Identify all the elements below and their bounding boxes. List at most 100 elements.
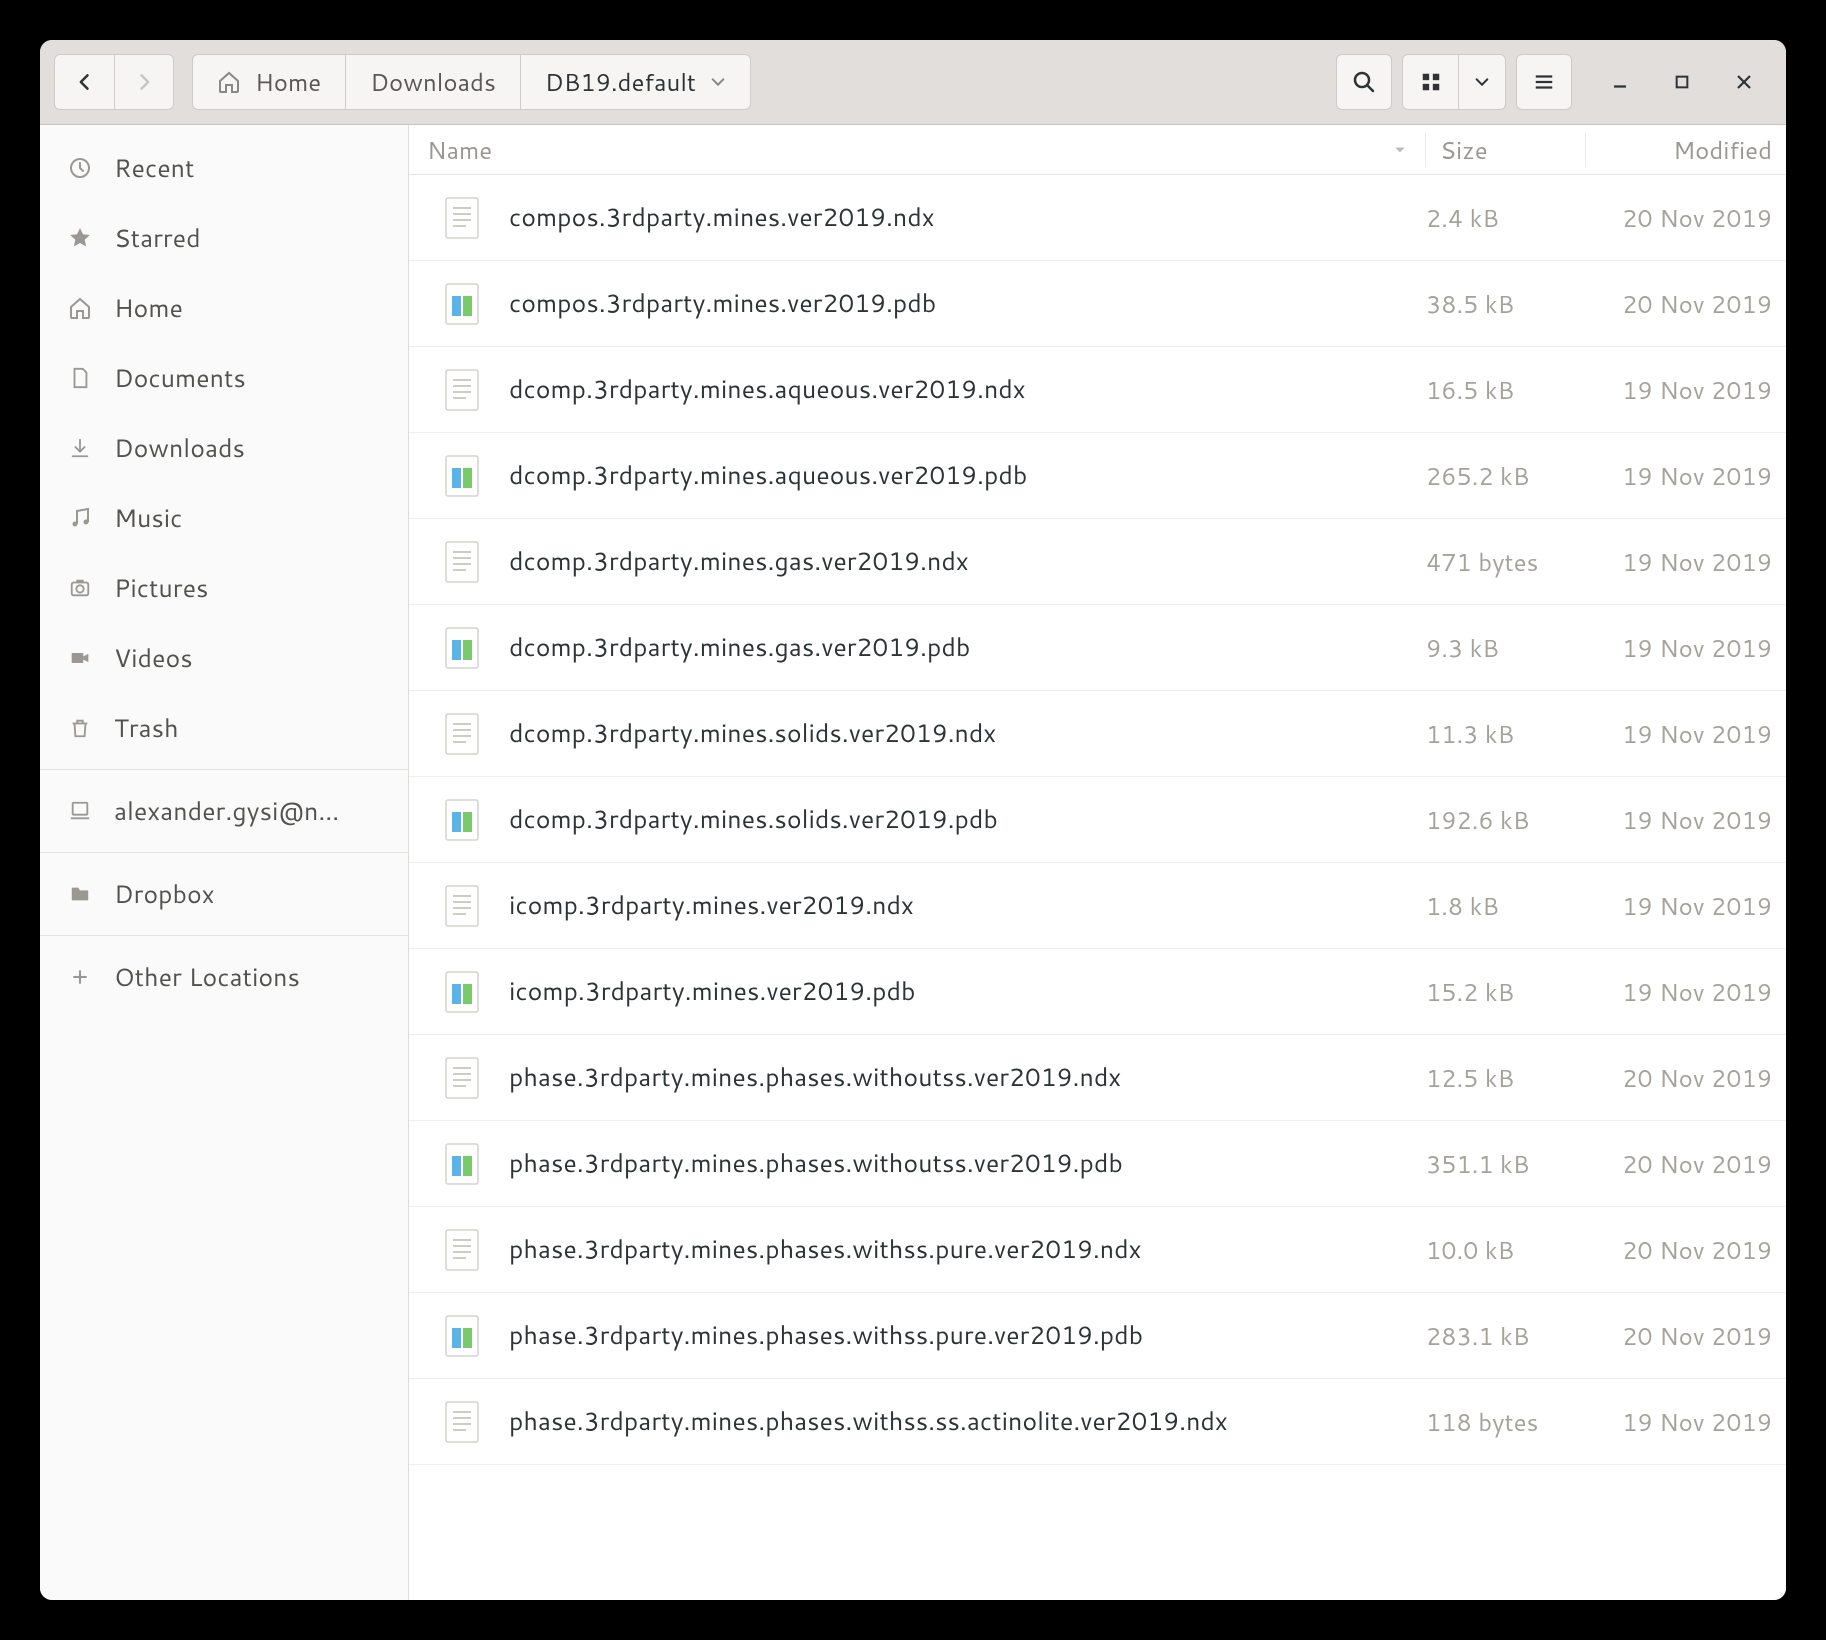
hamburger-menu-button[interactable]	[1516, 54, 1572, 110]
chevron-down-icon	[1474, 74, 1490, 90]
sidebar-item-downloads[interactable]: Downloads	[40, 413, 408, 483]
file-row[interactable]: dcomp.3rdparty.mines.solids.ver2019.pdb1…	[409, 777, 1786, 863]
file-name: compos.3rdparty.mines.ver2019.ndx	[485, 200, 1426, 235]
file-name: dcomp.3rdparty.mines.gas.ver2019.ndx	[485, 544, 1426, 579]
sidebar-account[interactable]: alexander.gysi@n…	[40, 776, 408, 846]
file-name: icomp.3rdparty.mines.ver2019.pdb	[485, 974, 1426, 1009]
file-size: 12.5 kB	[1426, 1061, 1586, 1095]
nav-buttons	[54, 54, 174, 110]
file-modified: 20 Nov 2019	[1586, 1061, 1786, 1095]
file-icon	[439, 196, 485, 240]
file-name: phase.3rdparty.mines.phases.withss.ss.ac…	[485, 1404, 1426, 1439]
camera-icon	[66, 577, 94, 599]
column-header-name[interactable]: Name	[409, 133, 1426, 167]
file-modified: 19 Nov 2019	[1586, 803, 1786, 837]
chevron-right-icon	[134, 72, 154, 92]
file-row[interactable]: phase.3rdparty.mines.phases.withoutss.ve…	[409, 1121, 1786, 1207]
sidebar-item-label: Home	[114, 291, 183, 326]
sidebar-item-home[interactable]: Home	[40, 273, 408, 343]
file-row[interactable]: dcomp.3rdparty.mines.solids.ver2019.ndx1…	[409, 691, 1786, 777]
file-icon	[439, 970, 485, 1014]
window-controls	[1606, 68, 1758, 96]
back-button[interactable]	[54, 54, 114, 110]
sidebar-item-label: Trash	[114, 711, 179, 746]
file-name: dcomp.3rdparty.mines.aqueous.ver2019.ndx	[485, 372, 1426, 407]
file-row[interactable]: icomp.3rdparty.mines.ver2019.pdb15.2 kB1…	[409, 949, 1786, 1035]
grid-icon	[1420, 71, 1442, 93]
file-icon	[439, 368, 485, 412]
breadcrumb: Home Downloads DB19.default	[192, 54, 751, 110]
file-size: 38.5 kB	[1426, 287, 1586, 321]
chevron-left-icon	[75, 72, 95, 92]
hamburger-icon	[1533, 71, 1555, 93]
sidebar-dropbox[interactable]: Dropbox	[40, 859, 408, 929]
column-header-size[interactable]: Size	[1426, 133, 1586, 167]
plus-icon	[66, 967, 94, 987]
file-row[interactable]: phase.3rdparty.mines.phases.withss.pure.…	[409, 1207, 1786, 1293]
breadcrumb-segment-0[interactable]: Downloads	[346, 54, 521, 110]
sidebar-item-label: Starred	[114, 221, 201, 256]
sidebar-item-music[interactable]: Music	[40, 483, 408, 553]
column-header-modified[interactable]: Modified	[1586, 133, 1786, 167]
file-row[interactable]: dcomp.3rdparty.mines.gas.ver2019.ndx471 …	[409, 519, 1786, 605]
file-modified: 20 Nov 2019	[1586, 1147, 1786, 1181]
sidebar-item-starred[interactable]: Starred	[40, 203, 408, 273]
file-row[interactable]: phase.3rdparty.mines.phases.withss.pure.…	[409, 1293, 1786, 1379]
file-size: 9.3 kB	[1426, 631, 1586, 665]
search-button[interactable]	[1336, 54, 1392, 110]
file-name: phase.3rdparty.mines.phases.withss.pure.…	[485, 1318, 1426, 1353]
sidebar-item-trash[interactable]: Trash	[40, 693, 408, 763]
file-modified: 19 Nov 2019	[1586, 975, 1786, 1009]
sidebar-item-label: Documents	[114, 361, 246, 396]
breadcrumb-home[interactable]: Home	[192, 54, 346, 110]
device-icon	[66, 800, 94, 822]
file-row[interactable]: dcomp.3rdparty.mines.aqueous.ver2019.ndx…	[409, 347, 1786, 433]
sidebar-item-documents[interactable]: Documents	[40, 343, 408, 413]
file-modified: 19 Nov 2019	[1586, 373, 1786, 407]
file-size: 2.4 kB	[1426, 201, 1586, 235]
file-icon	[439, 712, 485, 756]
sidebar-item-label: Pictures	[114, 571, 208, 606]
file-modified: 20 Nov 2019	[1586, 287, 1786, 321]
close-button[interactable]	[1730, 68, 1758, 96]
main-panel: Name Size Modified compos.3rdparty.mines…	[409, 125, 1786, 1600]
video-icon	[66, 648, 94, 668]
file-row[interactable]: dcomp.3rdparty.mines.aqueous.ver2019.pdb…	[409, 433, 1786, 519]
file-size: 15.2 kB	[1426, 975, 1586, 1009]
file-name: phase.3rdparty.mines.phases.withoutss.ve…	[485, 1146, 1426, 1181]
maximize-button[interactable]	[1668, 68, 1696, 96]
file-row[interactable]: icomp.3rdparty.mines.ver2019.ndx1.8 kB19…	[409, 863, 1786, 949]
file-size: 118 bytes	[1426, 1405, 1586, 1439]
file-modified: 19 Nov 2019	[1586, 717, 1786, 751]
trash-icon	[66, 716, 94, 740]
view-dropdown-button[interactable]	[1458, 54, 1506, 110]
sidebar-item-pictures[interactable]: Pictures	[40, 553, 408, 623]
file-manager-window: Home Downloads DB19.default	[40, 40, 1786, 1600]
file-row[interactable]: dcomp.3rdparty.mines.gas.ver2019.pdb9.3 …	[409, 605, 1786, 691]
sidebar-item-recent[interactable]: Recent	[40, 133, 408, 203]
file-icon	[439, 282, 485, 326]
file-row[interactable]: compos.3rdparty.mines.ver2019.pdb38.5 kB…	[409, 261, 1786, 347]
file-row[interactable]: phase.3rdparty.mines.phases.withss.ss.ac…	[409, 1379, 1786, 1465]
file-icon	[439, 1142, 485, 1186]
minimize-button[interactable]	[1606, 68, 1634, 96]
sidebar-item-label: Other Locations	[114, 960, 300, 995]
file-icon	[439, 1314, 485, 1358]
view-grid-button[interactable]	[1402, 54, 1458, 110]
view-switcher	[1402, 54, 1506, 110]
sort-desc-icon	[1393, 143, 1407, 157]
breadcrumb-segment-1[interactable]: DB19.default	[521, 54, 751, 110]
sidebar-item-label: Music	[114, 501, 182, 536]
sidebar: Recent Starred Home Documents Downloads Music…	[40, 125, 409, 1600]
file-row[interactable]: compos.3rdparty.mines.ver2019.ndx2.4 kB2…	[409, 175, 1786, 261]
file-icon	[439, 1056, 485, 1100]
forward-button[interactable]	[114, 54, 174, 110]
folder-icon	[66, 883, 94, 905]
sidebar-other-locations[interactable]: Other Locations	[40, 942, 408, 1012]
file-size: 11.3 kB	[1426, 717, 1586, 751]
file-size: 16.5 kB	[1426, 373, 1586, 407]
file-row[interactable]: phase.3rdparty.mines.phases.withoutss.ve…	[409, 1035, 1786, 1121]
sidebar-item-videos[interactable]: Videos	[40, 623, 408, 693]
file-icon	[439, 626, 485, 670]
file-icon	[439, 884, 485, 928]
